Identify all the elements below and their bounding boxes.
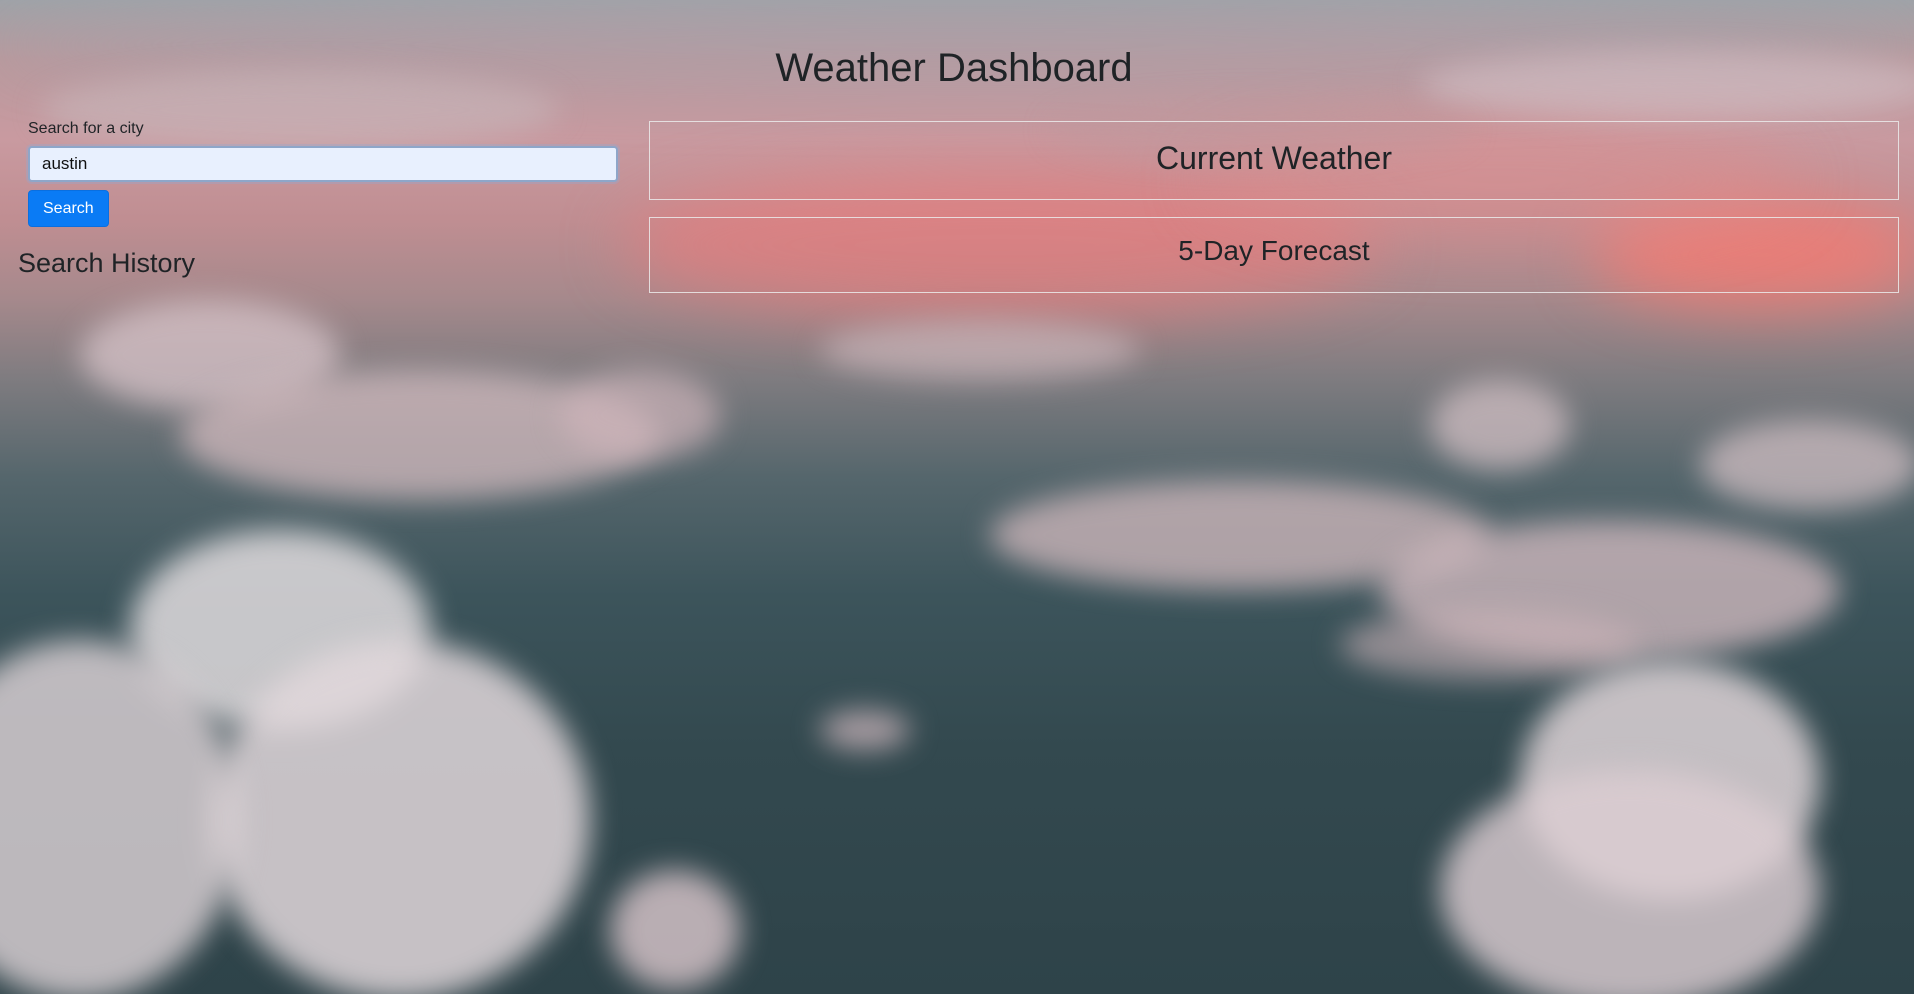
current-weather-title: Current Weather <box>1156 140 1392 176</box>
city-search-input[interactable] <box>28 146 618 182</box>
forecast-title: 5-Day Forecast <box>1178 235 1370 266</box>
current-weather-panel: Current Weather <box>649 121 1899 200</box>
forecast-panel: 5-Day Forecast <box>649 217 1899 293</box>
search-panel: Search for a city Search <box>18 120 628 227</box>
search-label: Search for a city <box>28 120 144 137</box>
page-title: Weather Dashboard <box>775 46 1133 90</box>
search-button[interactable]: Search <box>28 190 109 227</box>
search-history-title: Search History <box>18 248 196 278</box>
